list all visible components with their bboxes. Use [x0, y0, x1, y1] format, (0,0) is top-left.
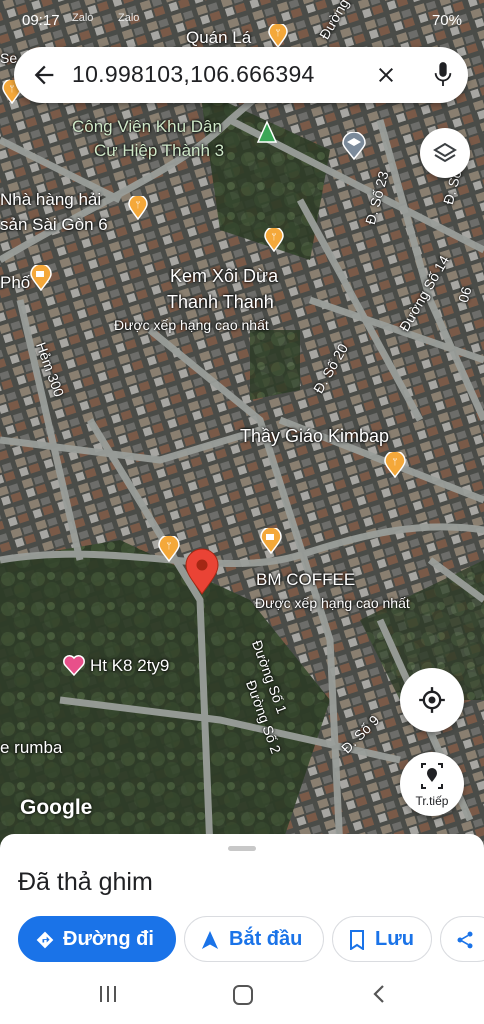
satellite-map[interactable]: 09:17 Zalo Zalo 70% Se Quán Lá Đường Số … [0, 0, 484, 850]
svg-text:ᛘ: ᛘ [275, 29, 280, 39]
restaurant-icon[interactable]: ᛘ [264, 228, 284, 252]
map-label: Thầy Giáo Kimbap [240, 426, 390, 446]
battery-level: 70% [431, 12, 462, 29]
start-button[interactable]: Bắt đầu [184, 916, 324, 962]
close-icon[interactable] [374, 63, 398, 87]
svg-text:ᛘ: ᛘ [166, 542, 171, 552]
heart-icon[interactable] [62, 652, 86, 678]
map-label: e rumba [0, 738, 63, 757]
map-label: Nhà hàng hải [0, 190, 102, 209]
back-arrow-icon[interactable] [30, 61, 58, 89]
directions-label: Đường đi [63, 928, 154, 950]
live-view-button[interactable]: Tr.tiếp [400, 752, 464, 816]
crosshair-icon [419, 687, 445, 713]
svg-text:ᛘ: ᛘ [392, 458, 397, 468]
restaurant-icon[interactable]: ᛘ [158, 536, 180, 562]
restaurant-icon[interactable]: ᛘ [384, 452, 406, 478]
google-logo: Google [20, 796, 93, 819]
search-bar[interactable]: 10.998103,106.666394 [14, 47, 468, 103]
cafe-icon[interactable] [30, 265, 52, 291]
recent-apps-icon[interactable] [98, 984, 118, 1004]
svg-text:ᛘ: ᛘ [271, 233, 276, 243]
search-query[interactable]: 10.998103,106.666394 [72, 61, 315, 88]
restaurant-icon[interactable]: ᛘ [268, 24, 288, 48]
map-label: Thanh Thanh [167, 292, 274, 312]
microphone-icon[interactable] [432, 60, 454, 90]
layers-icon [433, 142, 457, 163]
cafe-icon[interactable] [260, 528, 282, 554]
park-icon[interactable] [256, 120, 278, 146]
zalo-icon: Zalo [72, 12, 94, 24]
map-label: Công Viên Khu Dân [72, 117, 222, 136]
my-location-button[interactable] [400, 668, 464, 732]
map-label: Được xếp hạng cao nhất [255, 595, 410, 611]
start-label: Bắt đầu [229, 928, 303, 950]
map-label: Phố [0, 273, 31, 292]
map-label: Kem Xôi Dừa [170, 266, 279, 286]
map-label: Cư Hiệp Thành 3 [94, 141, 225, 160]
map-label: Se [0, 50, 18, 66]
school-icon[interactable] [342, 132, 366, 160]
dropped-pin-icon[interactable] [184, 548, 220, 596]
share-button[interactable] [440, 916, 484, 962]
map-label: Ht K8 2ty9 [90, 656, 170, 675]
navigation-arrow-icon [201, 931, 219, 949]
zalo-icon: Zalo [118, 12, 140, 24]
restaurant-icon[interactable]: ᛘ [128, 196, 148, 220]
system-nav-bar [0, 964, 484, 1024]
map-label: BM COFFEE [256, 570, 356, 589]
map-label: Được xếp hạng cao nhất [114, 317, 269, 333]
live-view-icon [421, 763, 443, 789]
directions-icon [36, 931, 54, 949]
bookmark-icon [350, 930, 364, 950]
home-icon[interactable] [232, 984, 254, 1006]
live-view-label: Tr.tiếp [415, 794, 449, 808]
svg-text:ᛘ: ᛘ [9, 85, 14, 95]
back-icon[interactable] [370, 984, 388, 1004]
directions-button[interactable]: Đường đi [18, 916, 176, 962]
status-time: 09:17 [22, 12, 60, 29]
map-label: Quán Lá [186, 28, 252, 47]
drag-handle[interactable] [228, 846, 256, 851]
svg-text:ᛘ: ᛘ [135, 201, 140, 211]
share-icon [457, 931, 473, 949]
layers-button[interactable] [420, 128, 470, 178]
save-button[interactable]: Lưu [332, 916, 432, 962]
map-label: sản Sài Gòn 6 [0, 215, 108, 234]
sheet-title: Đã thả ghim [18, 868, 153, 896]
save-label: Lưu [375, 928, 414, 950]
